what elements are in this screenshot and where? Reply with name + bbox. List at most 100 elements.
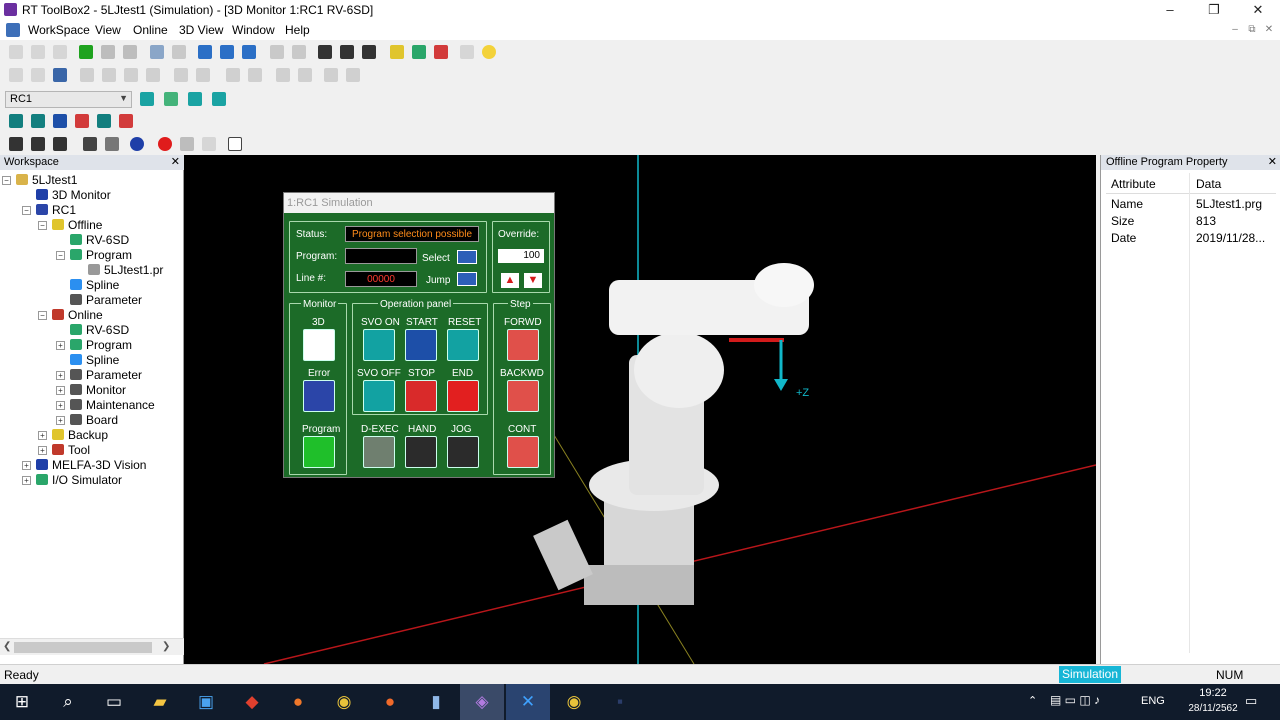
camera-icon[interactable] (340, 45, 354, 59)
tree-offline-expander[interactable]: − (38, 221, 47, 230)
firefox-icon[interactable]: ● (276, 684, 320, 720)
tray-icons[interactable]: ▤ ▭ ◫ ♪ (1050, 693, 1100, 707)
tree-online-parameter[interactable]: Parameter (70, 368, 142, 383)
override-value[interactable]: 100 (498, 249, 544, 263)
select-button[interactable] (457, 250, 477, 264)
circle-icon[interactable] (31, 114, 45, 128)
paste-icon[interactable] (124, 68, 138, 82)
cut-icon[interactable] (80, 68, 94, 82)
chrome-2-icon[interactable]: ◉ (552, 684, 596, 720)
error-button[interactable] (303, 380, 335, 412)
menu-window[interactable]: Window (232, 23, 275, 37)
find-icon[interactable] (226, 68, 240, 82)
window-icon[interactable] (228, 137, 242, 151)
tree-backup[interactable]: Backup (52, 428, 108, 443)
tree-online-monitor[interactable]: Monitor (70, 383, 126, 398)
continue-button[interactable] (507, 436, 539, 468)
d-exec-button[interactable] (363, 436, 395, 468)
hand-icon[interactable] (31, 137, 45, 151)
app-red-icon[interactable]: ◆ (230, 684, 274, 720)
stop-icon[interactable] (75, 114, 89, 128)
sync-icon[interactable] (140, 92, 154, 106)
bookmark-icon[interactable] (324, 68, 338, 82)
tree-offline[interactable]: Offline (52, 218, 102, 233)
program-icon[interactable] (150, 45, 164, 59)
disconnect-icon[interactable] (101, 45, 115, 59)
scroll-left-icon[interactable]: ❮ (3, 641, 11, 652)
close-button[interactable]: ✕ (1236, 0, 1280, 20)
tree-online-maintenance-expander[interactable]: + (56, 401, 65, 410)
jog-icon[interactable] (53, 137, 67, 151)
program-monitor-button[interactable] (303, 436, 335, 468)
tree-io-simulator[interactable]: I/O Simulator (36, 473, 122, 488)
clock-time[interactable]: 19:22 (1185, 687, 1241, 699)
jog-button[interactable] (447, 436, 479, 468)
menu-3d-view[interactable]: 3D View (179, 23, 223, 37)
tools-icon[interactable] (362, 45, 376, 59)
tree-online-spline[interactable]: Spline (70, 353, 119, 368)
override-up-button[interactable]: ▲ (501, 273, 519, 288)
tree-offline-robot[interactable]: RV-6SD (70, 233, 129, 248)
undo-icon[interactable] (174, 68, 188, 82)
end-button[interactable] (447, 380, 479, 412)
cascade-icon[interactable] (198, 45, 212, 59)
rt-toolbox-icon[interactable]: ◈ (460, 684, 504, 720)
tree-3d-monitor[interactable]: 3D Monitor (36, 188, 111, 203)
tree-melfa-vision[interactable]: MELFA-3D Vision (36, 458, 146, 473)
view-b-icon[interactable] (105, 137, 119, 151)
print-icon[interactable] (9, 68, 23, 82)
edit-position-icon[interactable] (164, 92, 178, 106)
toggle-b-icon[interactable] (292, 45, 306, 59)
close-icon[interactable]: ✕ (1268, 155, 1277, 170)
toggle-a-icon[interactable] (270, 45, 284, 59)
replace-icon[interactable] (248, 68, 262, 82)
tree-program-file[interactable]: 5LJtest1.pr (88, 263, 163, 278)
tree-online-maintenance[interactable]: Maintenance (70, 398, 155, 413)
tree-online-monitor-expander[interactable]: + (56, 386, 65, 395)
tree-melfa-vision-expander[interactable]: + (22, 461, 31, 470)
menu-online[interactable]: Online (133, 23, 168, 37)
tree-tool-expander[interactable]: + (38, 446, 47, 455)
stop-record-icon[interactable] (180, 137, 194, 151)
svo-on-button[interactable] (363, 329, 395, 361)
tree-online-board[interactable]: Board (70, 413, 118, 428)
tree-project-expander[interactable]: − (2, 176, 11, 185)
file-explorer-icon[interactable]: ▰ (138, 684, 182, 720)
new-icon[interactable] (9, 45, 23, 59)
step-forward-button[interactable] (507, 329, 539, 361)
chart-icon[interactable] (390, 45, 404, 59)
notes-icon[interactable]: ▮ (414, 684, 458, 720)
copy-icon[interactable] (102, 68, 116, 82)
line-field[interactable]: 00000 (345, 271, 417, 287)
jump-button[interactable] (457, 272, 477, 286)
tree-offline-spline[interactable]: Spline (70, 278, 119, 293)
search-icon[interactable]: ⌕ (46, 684, 90, 720)
menu-help[interactable]: Help (285, 23, 310, 37)
mdi-restore-button[interactable]: ⧉ (1245, 24, 1259, 35)
mdi-minimize-button[interactable]: – (1228, 24, 1242, 35)
transfer-icon[interactable] (188, 92, 202, 106)
override-down-button[interactable]: ▼ (524, 273, 542, 288)
hand-button[interactable] (405, 436, 437, 468)
outdent-icon[interactable] (298, 68, 312, 82)
record-icon[interactable] (158, 137, 172, 151)
robot-view-icon[interactable] (318, 45, 332, 59)
tree-online-expander[interactable]: − (38, 311, 47, 320)
store-icon[interactable]: ▣ (184, 684, 228, 720)
tree-offline-program-expander[interactable]: − (56, 251, 65, 260)
task-view-icon[interactable]: ▭ (92, 684, 136, 720)
settings-icon[interactable] (460, 45, 474, 59)
connect-icon[interactable] (79, 45, 93, 59)
tree-rc1[interactable]: RC1 (36, 203, 76, 218)
monitor-icon[interactable] (434, 45, 448, 59)
diamond-icon[interactable] (53, 114, 67, 128)
svo-off-button[interactable] (363, 380, 395, 412)
tile-h-icon[interactable] (220, 45, 234, 59)
close-icon[interactable]: ✕ (171, 155, 180, 170)
tree-tool[interactable]: Tool (52, 443, 90, 458)
end-icon[interactable] (119, 114, 133, 128)
tree-online[interactable]: Online (52, 308, 103, 323)
help-icon[interactable] (482, 45, 496, 59)
reset-button[interactable] (447, 329, 479, 361)
tree-offline-program[interactable]: Program (70, 248, 132, 263)
